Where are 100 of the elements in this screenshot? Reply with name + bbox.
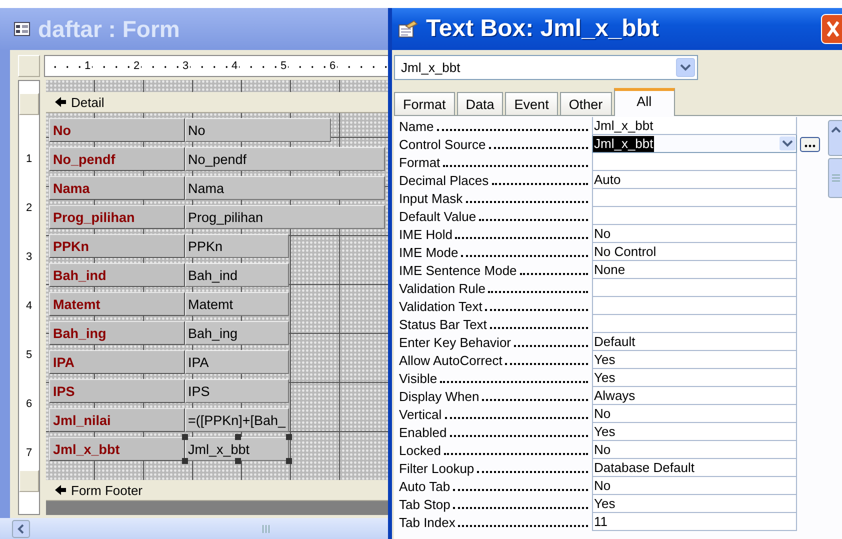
- builder-ellipsis-icon[interactable]: [800, 136, 820, 152]
- property-value-field[interactable]: [592, 297, 797, 315]
- property-value-field[interactable]: [592, 279, 797, 297]
- ruler-number: 4: [26, 299, 32, 314]
- field-label[interactable]: Jml_x_bbt: [49, 437, 185, 461]
- ruler-number: 6: [26, 397, 32, 412]
- property-value-field[interactable]: No: [592, 477, 797, 495]
- text-box-control[interactable]: Prog_pilihan: [185, 205, 385, 229]
- text-box-control[interactable]: Matemt: [185, 292, 289, 316]
- property-value-field[interactable]: No: [592, 225, 797, 243]
- property-value-field[interactable]: Yes: [592, 351, 797, 369]
- property-value-field[interactable]: Yes: [592, 369, 797, 387]
- ruler-number: 4: [230, 60, 239, 72]
- text-box-control[interactable]: Bah_ind: [185, 263, 289, 287]
- property-value-field[interactable]: No Control: [592, 243, 797, 261]
- property-value-field[interactable]: No: [592, 441, 797, 459]
- ruler-number: 2: [132, 60, 141, 72]
- ruler-number: 1: [26, 152, 32, 167]
- field-label[interactable]: Nama: [49, 176, 185, 200]
- text-box-control[interactable]: No_pendf: [185, 147, 385, 171]
- property-name: Validation Text: [399, 298, 482, 315]
- property-value-field[interactable]: 11: [592, 513, 797, 531]
- property-name: Auto Tab: [399, 478, 450, 495]
- property-name: Format: [399, 154, 440, 171]
- ruler-number: 1: [83, 60, 92, 72]
- scroll-left-icon[interactable]: [12, 520, 30, 538]
- ruler-number: 5: [279, 60, 288, 72]
- ruler-number: 5: [26, 348, 32, 363]
- property-name: IME Mode: [399, 244, 458, 261]
- ruler-number: 7: [26, 446, 32, 461]
- field-label[interactable]: PPKn: [49, 234, 185, 258]
- property-value-field[interactable]: No: [592, 405, 797, 423]
- property-name: Input Mask: [399, 190, 463, 207]
- property-value-field[interactable]: Jml_x_bbt: [592, 135, 797, 153]
- text-box-control[interactable]: Bah_ing: [185, 321, 289, 345]
- property-name: Enabled: [399, 424, 447, 441]
- ruler-number: 2: [26, 201, 32, 216]
- ruler-number: 3: [26, 250, 32, 265]
- tab[interactable]: Event: [505, 92, 558, 115]
- field-label[interactable]: IPA: [49, 350, 185, 374]
- property-value-field[interactable]: [592, 153, 797, 171]
- form-icon: [14, 22, 30, 36]
- property-name: Display When: [399, 388, 480, 405]
- field-label[interactable]: IPS: [49, 379, 185, 403]
- property-name: Tab Stop: [399, 496, 450, 513]
- section-selector[interactable]: [19, 470, 39, 492]
- window-title: daftar : Form: [38, 16, 180, 42]
- field-label[interactable]: Prog_pilihan: [49, 205, 185, 229]
- field-label[interactable]: Bah_ind: [49, 263, 185, 287]
- field-label[interactable]: Matemt: [49, 292, 185, 316]
- band-label: Form Footer: [71, 482, 143, 498]
- property-value-field[interactable]: Default: [592, 333, 797, 351]
- band-label: Detail: [71, 94, 104, 110]
- property-name: Enter Key Behavior: [399, 334, 512, 351]
- tab[interactable]: Format: [394, 92, 455, 115]
- scroll-up-icon[interactable]: [828, 120, 842, 156]
- property-name: Filter Lookup: [399, 460, 474, 477]
- tab[interactable]: All: [614, 88, 675, 116]
- text-box-control[interactable]: =([PPKn]+[Bah_: [185, 408, 289, 432]
- horizontal-scrollbar[interactable]: [0, 518, 388, 539]
- section-selector[interactable]: [19, 93, 39, 115]
- property-name: Allow AutoCorrect: [399, 352, 502, 369]
- field-label[interactable]: Bah_ing: [49, 321, 185, 345]
- property-name: IME Hold: [399, 226, 452, 243]
- property-name: Default Value: [399, 208, 476, 225]
- property-value-field[interactable]: [592, 189, 797, 207]
- property-value-field[interactable]: None: [592, 261, 797, 279]
- property-name: Visible: [399, 370, 438, 387]
- property-value-field[interactable]: Database Default: [592, 459, 797, 477]
- text-box-control[interactable]: No: [185, 118, 331, 142]
- close-icon[interactable]: [821, 14, 842, 44]
- property-value-field[interactable]: Auto: [592, 171, 797, 189]
- property-value-field[interactable]: Always: [592, 387, 797, 405]
- tab[interactable]: Data: [456, 92, 504, 115]
- text-box-control[interactable]: Nama: [185, 176, 385, 200]
- ruler-number: 6: [328, 60, 337, 72]
- property-value-field[interactable]: Yes: [592, 423, 797, 441]
- field-label[interactable]: No_pendf: [49, 147, 185, 171]
- property-value-field[interactable]: [592, 315, 797, 333]
- text-box-control[interactable]: IPS: [185, 379, 289, 403]
- property-name: Validation Rule: [399, 280, 486, 297]
- property-value-field[interactable]: [592, 207, 797, 225]
- property-name: Decimal Places: [399, 172, 489, 189]
- window-title: Text Box: Jml_x_bbt: [426, 15, 659, 43]
- text-box-control[interactable]: PPKn: [185, 234, 289, 258]
- object-dropdown[interactable]: Jml_x_bbt: [394, 55, 698, 80]
- properties-icon: [398, 20, 418, 38]
- text-box-control[interactable]: IPA: [185, 350, 289, 374]
- field-label[interactable]: Jml_nilai: [49, 408, 185, 432]
- field-label[interactable]: No: [49, 118, 185, 142]
- text-box-control[interactable]: Jml_x_bbt: [185, 437, 289, 461]
- scroll-thumb-icon[interactable]: [828, 158, 842, 198]
- property-value-field[interactable]: Jml_x_bbt: [592, 117, 797, 135]
- property-name: Tab Index: [399, 514, 456, 531]
- scroll-grip-icon[interactable]: [262, 524, 272, 532]
- tab[interactable]: Other: [560, 92, 612, 115]
- property-name: Name: [399, 118, 434, 135]
- property-name: Locked: [399, 442, 441, 459]
- property-value-field[interactable]: Yes: [592, 495, 797, 513]
- select-form-box[interactable]: [18, 55, 40, 77]
